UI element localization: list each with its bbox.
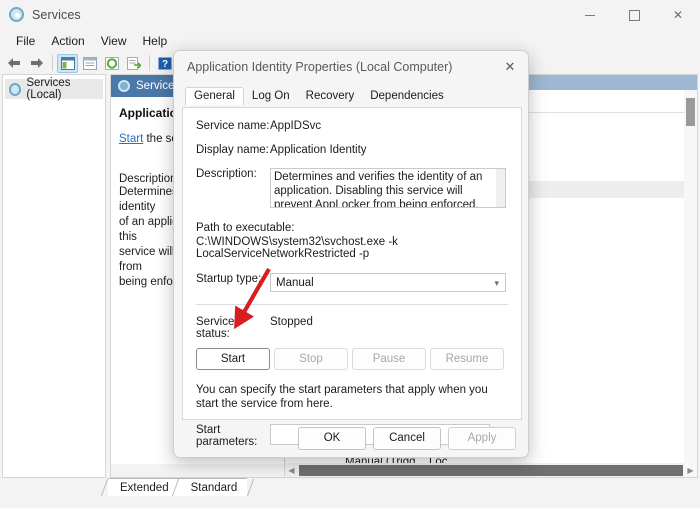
service-status-value: Stopped xyxy=(270,316,313,328)
menu-item-action[interactable]: Action xyxy=(43,32,92,50)
tab-recovery[interactable]: Recovery xyxy=(298,88,363,105)
cancel-button[interactable]: Cancel xyxy=(373,426,441,450)
service-status-row: Service status: Stopped xyxy=(196,316,521,340)
startup-type-label: Startup type: xyxy=(196,273,262,285)
startup-type-select[interactable]: Manual ▾ xyxy=(270,273,506,292)
service-properties-dialog: Application Identity Properties (Local C… xyxy=(173,50,529,458)
dialog-tabs: General Log On Recovery Dependencies xyxy=(174,83,528,105)
service-name-label: Service name: xyxy=(196,120,270,132)
start-button[interactable]: Start xyxy=(196,348,270,370)
services-gear-icon xyxy=(9,82,22,96)
services-window: Services ✕ File Action View Help ? Servi… xyxy=(0,0,700,508)
scroll-right-arrow-icon[interactable]: ▶ xyxy=(684,466,697,475)
pause-button: Pause xyxy=(352,348,426,370)
service-status-label: Service status: xyxy=(196,316,235,340)
scrollbar-thumb[interactable] xyxy=(686,98,695,126)
toolbar-separator-2 xyxy=(149,55,150,71)
apply-button: Apply xyxy=(448,426,516,450)
dialog-close-icon[interactable]: ✕ xyxy=(492,51,528,83)
tab-log-on[interactable]: Log On xyxy=(244,88,298,105)
service-name-value: AppIDSvc xyxy=(270,120,322,132)
description-scrollbar[interactable] xyxy=(496,169,505,207)
menu-item-help[interactable]: Help xyxy=(135,32,176,50)
start-service-link[interactable]: Start xyxy=(119,133,143,145)
horizontal-scrollbar-thumb[interactable] xyxy=(299,464,683,476)
close-button[interactable]: ✕ xyxy=(656,0,700,30)
svg-text:?: ? xyxy=(161,59,167,70)
tab-dependencies[interactable]: Dependencies xyxy=(362,88,452,105)
services-gear-icon xyxy=(9,7,25,23)
menubar: File Action View Help xyxy=(0,30,700,52)
stop-button: Stop xyxy=(274,348,348,370)
resume-button: Resume xyxy=(430,348,504,370)
dialog-titlebar: Application Identity Properties (Local C… xyxy=(174,51,528,83)
list-vertical-scrollbar[interactable]: ▶ xyxy=(684,90,697,477)
scroll-left-arrow-icon[interactable]: ◀ xyxy=(285,466,298,475)
properties-icon[interactable] xyxy=(79,54,100,73)
help-icon[interactable]: ? xyxy=(154,54,175,73)
detail-horizontal-scrollbar[interactable] xyxy=(111,464,284,477)
chevron-down-icon: ▾ xyxy=(494,278,499,288)
description-label: Description: xyxy=(196,168,257,180)
view-tabs: Extended Standard xyxy=(108,478,248,496)
path-to-executable-label: Path to executable: xyxy=(196,222,295,234)
startup-type-row: Startup type: Manual ▾ xyxy=(196,273,521,292)
export-list-icon[interactable] xyxy=(123,54,144,73)
startup-type-value: Manual xyxy=(276,276,314,289)
menu-item-view[interactable]: View xyxy=(93,32,135,50)
list-horizontal-scrollbar[interactable]: ◀ xyxy=(285,463,684,477)
refresh-icon[interactable] xyxy=(101,54,122,73)
tab-extended[interactable]: Extended xyxy=(108,478,179,496)
toolbar-separator xyxy=(52,55,53,71)
path-to-executable-value: C:\WINDOWS\system32\svchost.exe -k Local… xyxy=(196,236,398,260)
display-name-label: Display name: xyxy=(196,144,269,156)
window-controls: ✕ xyxy=(568,0,700,30)
window-title: Services xyxy=(32,8,81,22)
maximize-button[interactable] xyxy=(612,0,656,30)
window-titlebar: Services ✕ xyxy=(0,0,700,30)
sidebar-item-label: Services (Local) xyxy=(26,77,71,101)
divider xyxy=(196,304,508,305)
tab-standard[interactable]: Standard xyxy=(178,478,248,496)
dialog-title: Application Identity Properties (Local C… xyxy=(187,60,453,74)
services-gear-icon xyxy=(118,80,130,92)
console-tree-pane: Services (Local) xyxy=(2,74,106,478)
description-row: Description: Determines and verifies the… xyxy=(196,168,521,208)
sidebar-item-services-local[interactable]: Services (Local) xyxy=(5,77,103,101)
menu-item-file[interactable]: File xyxy=(8,32,43,50)
minimize-button[interactable] xyxy=(568,0,612,30)
service-name-row: Service name: AppIDSvc xyxy=(196,120,521,132)
forward-arrow-icon[interactable] xyxy=(26,54,47,73)
service-control-buttons: Start Stop Pause Resume xyxy=(196,348,521,370)
display-name-value: Application Identity xyxy=(270,144,367,156)
ok-button[interactable]: OK xyxy=(298,426,366,450)
description-textarea[interactable]: Determines and verifies the identity of … xyxy=(270,168,506,208)
display-name-row: Display name: Application Identity xyxy=(196,144,521,156)
show-hide-console-tree-icon[interactable] xyxy=(57,53,78,73)
tab-general[interactable]: General xyxy=(185,87,244,105)
start-parameters-help-text: You can specify the start parameters tha… xyxy=(196,384,488,410)
dialog-general-panel: Service name: AppIDSvc Display name: App… xyxy=(182,107,522,448)
back-arrow-icon[interactable] xyxy=(4,54,25,73)
dialog-footer: OK Cancel Apply xyxy=(174,419,528,457)
